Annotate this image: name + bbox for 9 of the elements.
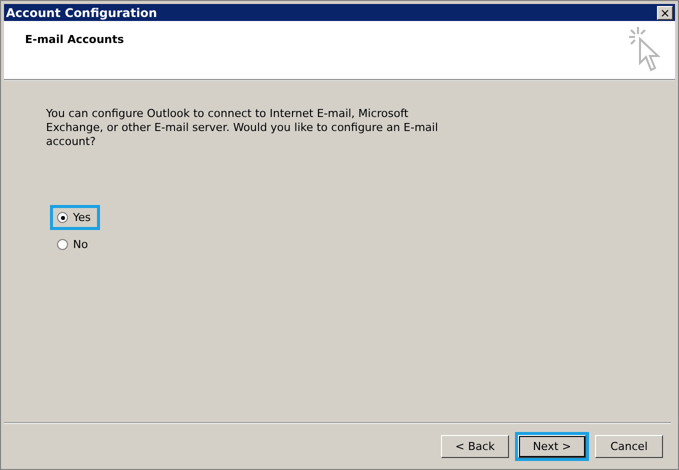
wizard-button[interactable]: Next > <box>518 435 586 458</box>
wizard-button[interactable]: < Back <box>441 435 509 458</box>
radio-option[interactable]: No <box>50 232 97 257</box>
message-text: You can configure Outlook to connect to Internet E-mail, Microsoft Exchange, or other E-mail server. Would you like to configure an E-mail account? <box>46 107 440 149</box>
page-heading: E-mail Accounts <box>25 33 124 46</box>
close-button[interactable]: × <box>657 6 673 20</box>
window-title: Account Configuration <box>6 6 158 20</box>
radio-option[interactable]: Yes <box>50 205 100 230</box>
wizard-button[interactable]: Cancel <box>595 435 663 458</box>
